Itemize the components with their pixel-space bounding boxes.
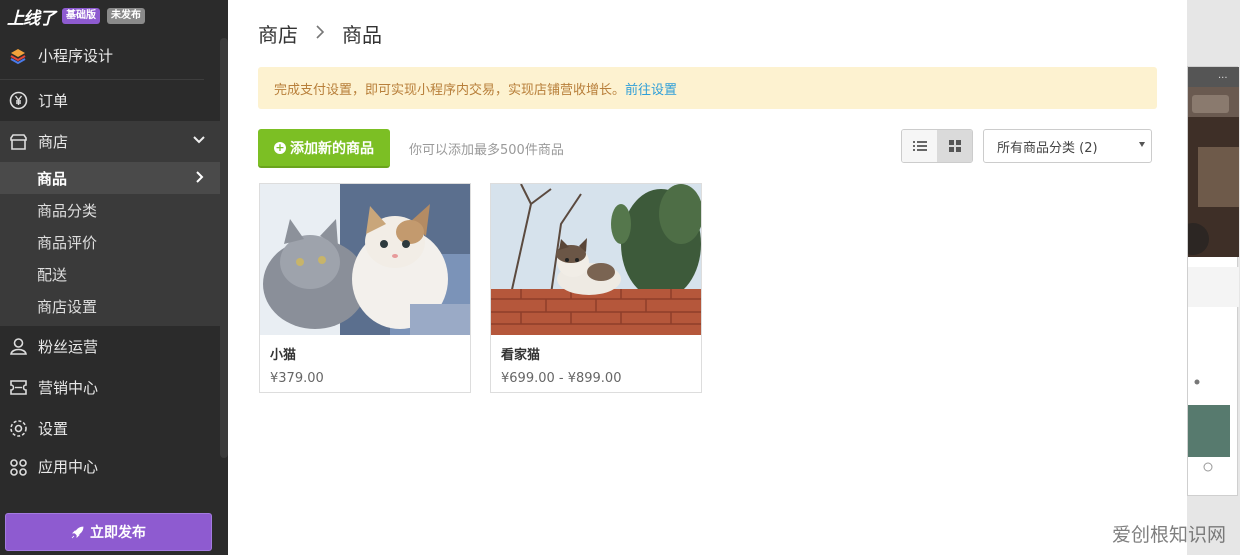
- status-badge: 未发布: [107, 8, 145, 24]
- category-select-value: 所有商品分类 (2): [997, 140, 1098, 156]
- publish-button[interactable]: 立即发布: [5, 513, 212, 551]
- store-icon: [8, 132, 28, 152]
- notice-text: 完成支付设置，即可实现小程序内交易，实现店铺营收增长。: [274, 82, 626, 98]
- sidebar-item-label: 应用中心: [38, 458, 99, 476]
- sidebar-subitem-categories[interactable]: 商品分类: [0, 194, 220, 226]
- sidebar-item-label: 粉丝运营: [38, 338, 99, 356]
- plus-circle-icon: +: [274, 140, 286, 154]
- publish-label: 立即发布: [90, 525, 146, 541]
- view-toggle: [901, 129, 973, 163]
- sidebar-item-settings[interactable]: 设置: [0, 408, 228, 449]
- sidebar-item-fans[interactable]: 粉丝运营: [0, 326, 228, 367]
- add-product-button[interactable]: + 添加新的商品: [258, 129, 390, 168]
- phone-preview: ···: [1177, 66, 1239, 496]
- sidebar-topbar: 上线了 基础版 未发布: [0, 0, 228, 32]
- layers-icon: [8, 46, 28, 66]
- notice-link[interactable]: 前往设置: [625, 79, 677, 98]
- grid-view-button[interactable]: [937, 130, 972, 162]
- chevron-right-icon: [314, 22, 326, 46]
- svg-text:···: ···: [1218, 73, 1228, 84]
- caret-down-icon: [1139, 142, 1145, 147]
- plan-badge: 基础版: [62, 8, 100, 24]
- sidebar-item-shop[interactable]: 商店: [0, 121, 220, 162]
- sidebar-item-marketing[interactable]: 营销中心: [0, 367, 228, 408]
- chevron-down-icon: [192, 133, 206, 151]
- sidebar: 上线了 基础版 未发布 小程序设计 订单 商店 商品 商品分类 商品评价 配送 …: [0, 0, 228, 555]
- main-panel: 商店 商品 完成支付设置，即可实现小程序内交易，实现店铺营收增长。 前往设置 +…: [228, 0, 1187, 555]
- product-price: ¥699.00 - ¥899.00: [501, 371, 622, 386]
- sidebar-item-label: 小程序设计: [38, 47, 114, 65]
- sidebar-subitem-products[interactable]: 商品: [0, 162, 220, 194]
- list-icon: [912, 141, 927, 151]
- user-icon: [8, 337, 28, 357]
- category-select[interactable]: 所有商品分类 (2): [983, 129, 1152, 163]
- product-image-cat-on-wall: [491, 184, 701, 335]
- product-image-kittens: [260, 184, 470, 335]
- payment-notice: 完成支付设置，即可实现小程序内交易，实现店铺营收增长。 前往设置: [258, 67, 1157, 109]
- gear-icon: [8, 419, 28, 439]
- sidebar-subitem-shop-settings[interactable]: 商店设置: [0, 290, 220, 322]
- product-price: ¥379.00: [270, 371, 324, 386]
- yen-circle-icon: [8, 91, 28, 111]
- breadcrumb-current: 商品: [342, 23, 382, 47]
- sidebar-item-orders[interactable]: 订单: [0, 80, 228, 121]
- product-name: 看家猫: [501, 348, 541, 363]
- sidebar-item-label: 营销中心: [38, 379, 99, 397]
- apps-icon: [8, 457, 28, 477]
- sidebar-item-label: 设置: [38, 420, 69, 438]
- product-name: 小猫: [270, 348, 297, 363]
- sidebar-item-apps[interactable]: 应用中心: [0, 449, 228, 477]
- sidebar-item-design[interactable]: 小程序设计: [0, 32, 204, 80]
- product-card[interactable]: 小猫 ¥379.00: [259, 183, 471, 393]
- app-logo: 上线了: [7, 8, 56, 29]
- list-view-button[interactable]: [902, 130, 937, 162]
- product-card[interactable]: 看家猫 ¥699.00 - ¥899.00: [490, 183, 702, 393]
- breadcrumb-root[interactable]: 商店: [258, 19, 298, 48]
- breadcrumb: 商店 商品: [258, 19, 382, 48]
- rocket-icon: [71, 526, 84, 539]
- sidebar-item-label: 商店: [38, 133, 69, 151]
- sidebar-subitem-reviews[interactable]: 商品评价: [0, 226, 220, 258]
- sidebar-item-label: 订单: [38, 92, 69, 110]
- grid-icon: [948, 140, 961, 152]
- sidebar-subitem-delivery[interactable]: 配送: [0, 258, 220, 290]
- sidebar-scrollbar[interactable]: [220, 38, 228, 458]
- add-product-label: 添加新的商品: [290, 140, 374, 157]
- subitem-label: 商品: [37, 169, 68, 188]
- shop-submenu: 商品 商品分类 商品评价 配送 商店设置: [0, 162, 220, 326]
- coupon-icon: [8, 378, 28, 398]
- chevron-right-icon: [194, 170, 206, 188]
- product-limit-hint: 你可以添加最多500件商品: [409, 143, 564, 158]
- watermark-text: 爱创根知识网: [1111, 524, 1226, 546]
